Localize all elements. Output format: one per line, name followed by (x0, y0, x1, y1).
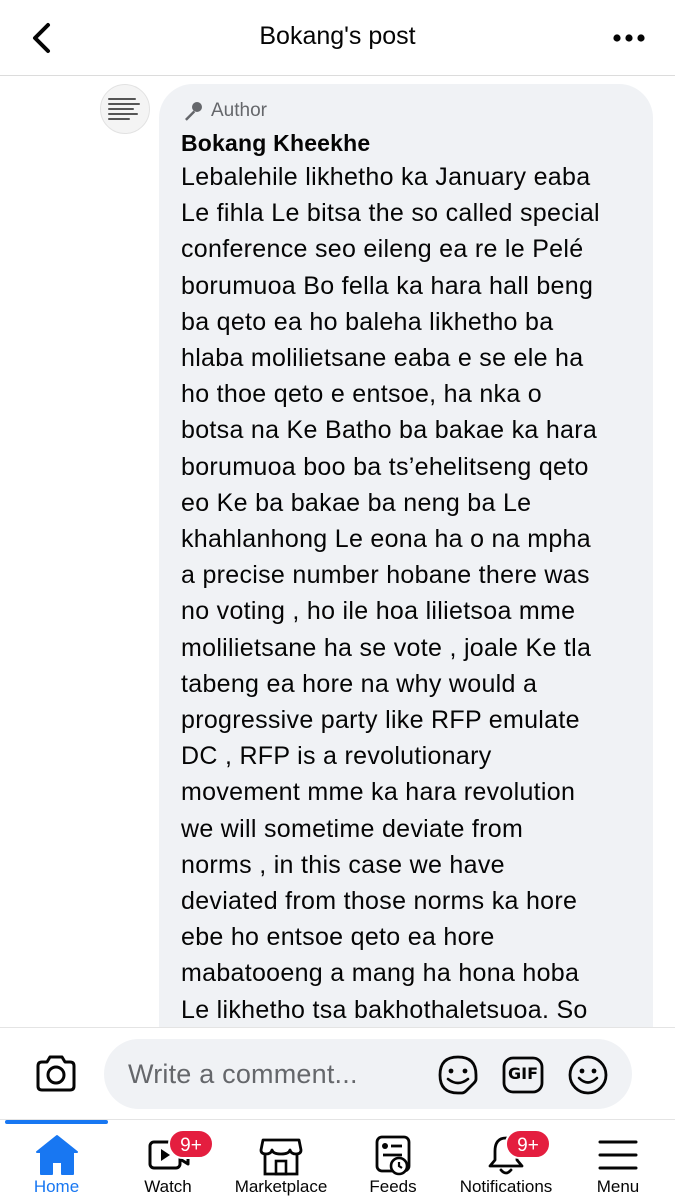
home-icon (35, 1135, 78, 1175)
sticker-icon (438, 1055, 478, 1095)
gif-label: GIF (507, 1064, 538, 1083)
emoji-icon (568, 1055, 608, 1095)
author-badge-label: Author (211, 100, 267, 121)
comment-input[interactable]: Write a comment... GIF (104, 1039, 632, 1109)
comment-line: khahlanhong Le eona ha o na mpha (181, 525, 591, 554)
comment-line: mabatooeng a mang ha hona hoba (181, 959, 580, 988)
comment-line: norms , in this case we have (181, 850, 505, 879)
emoji-button[interactable] (566, 1053, 610, 1097)
comment-line: tabeng ea hore na why would a (181, 669, 538, 698)
comment-line: borumuoa Bo fella ka hara hall beng (181, 271, 594, 300)
tab-menu-label: Menu (596, 1177, 640, 1196)
bottom-tab-bar: Home 9+ Watch Marketplace Feeds 9+ Notif… (0, 1119, 675, 1200)
camera-icon (36, 1055, 76, 1092)
sticker-button[interactable] (436, 1053, 480, 1097)
gif-button[interactable]: GIF (501, 1053, 545, 1097)
tab-watch[interactable]: 9+ Watch (112, 1120, 224, 1201)
microphone-icon (185, 102, 202, 121)
more-options-button[interactable] (611, 24, 647, 52)
comment-line: eo Ke ba bakae ba neng ba Le (181, 488, 532, 517)
comment-line: ba qeto ea ho baleha likhetho ba (181, 307, 554, 336)
comment-line: no voting , ho ile hoa lilietsoa mme (181, 597, 576, 626)
comment-line: botsa na Ke Batho ba bakae ka hara (181, 416, 598, 445)
camera-button[interactable] (32, 1050, 80, 1098)
comment-thread: Author Bokang Kheekhe Lebalehile likheth… (0, 77, 675, 1027)
top-bar: Bokang's post (0, 0, 675, 76)
comment-line: we will sometime deviate from (181, 814, 524, 843)
author-badge: Author (181, 98, 633, 124)
comment-line: hlaba molilietsane eaba e se ele ha (181, 344, 584, 373)
notifications-badge: 9+ (505, 1129, 551, 1159)
comment-line: movement mme ka hara revolution (181, 778, 576, 807)
comment-line: deviated from those norms ka hore (181, 887, 578, 916)
tab-menu[interactable]: Menu (564, 1120, 672, 1201)
tab-feeds[interactable]: Feeds (338, 1120, 448, 1201)
tab-marketplace[interactable]: Marketplace (224, 1120, 338, 1201)
comment-input-placeholder: Write a comment... (128, 1059, 358, 1089)
page-title: Bokang's post (259, 22, 416, 50)
comment-line: a precise number hobane there was (181, 561, 590, 590)
comment-line: conference seo eileng ea re le Pelé (181, 235, 584, 264)
comment-line: progressive party like RFP emulate (181, 706, 580, 735)
tab-marketplace-label: Marketplace (234, 1177, 328, 1196)
menu-icon (598, 1140, 638, 1170)
comment-line: borumuoa boo ba ts’ehelitseng qeto (181, 452, 589, 481)
more-horizontal-icon (613, 34, 645, 42)
tab-home-label: Home (33, 1177, 80, 1196)
comment-author-name[interactable]: Bokang Kheekhe (181, 130, 633, 157)
comment-text: Lebalehile likhetho ka January eaba Le f… (181, 159, 633, 1027)
comment-line: ho thoe qeto e entsoe, ha nka o (181, 380, 542, 409)
feeds-icon (375, 1135, 411, 1176)
comment-bubble[interactable]: Author Bokang Kheekhe Lebalehile likheth… (159, 84, 653, 1027)
tab-home[interactable]: Home (5, 1120, 108, 1201)
marketplace-icon (259, 1138, 303, 1176)
avatar[interactable] (100, 84, 150, 134)
tab-notifications[interactable]: 9+ Notifications (448, 1120, 564, 1201)
comment-composer: Write a comment... GIF (0, 1027, 675, 1119)
watch-badge: 9+ (168, 1129, 214, 1159)
tab-watch-label: Watch (144, 1177, 192, 1196)
tab-feeds-label: Feeds (369, 1177, 417, 1196)
comment-line: Le fihla Le bitsa the so called special (181, 199, 600, 228)
comment-line: Lebalehile likhetho ka January eaba (181, 163, 591, 191)
tab-notifications-label: Notifications (459, 1177, 553, 1196)
comment-line: DC , RFP is a revolutionary (181, 742, 492, 771)
comment-line: molilietsane ha se vote , joale Ke tla (181, 633, 592, 662)
comment-line: ebe ho entsoe qeto ea hore (181, 923, 495, 952)
comment-line: Le likhetho tsa bakhothaletsuoa. So (181, 995, 588, 1024)
